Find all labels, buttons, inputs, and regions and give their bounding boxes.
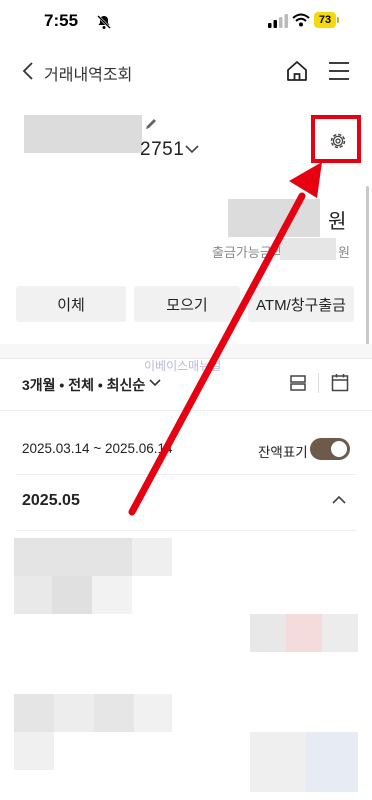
balance-toggle-label: 잔액표기 <box>258 445 308 460</box>
back-icon[interactable] <box>18 60 40 82</box>
signal-icon <box>268 14 288 28</box>
date-range: 2025.03.14 ~ 2025.06.14 <box>22 441 173 456</box>
calendar-icon[interactable] <box>331 373 349 392</box>
home-icon[interactable] <box>285 59 309 83</box>
available-amount-label: 출금가능금액 <box>212 245 284 260</box>
chevron-down-icon[interactable] <box>148 377 162 389</box>
filter-summary[interactable]: 3개월 • 전체 • 최신순 <box>22 375 145 395</box>
transaction-row-redacted[interactable] <box>14 694 54 732</box>
transaction-amount-redacted <box>306 732 358 792</box>
collect-button[interactable]: 모으기 <box>134 286 240 322</box>
status-time: 7:55 <box>44 11 79 30</box>
bell-off-icon <box>97 15 111 29</box>
transaction-amount-redacted <box>250 732 306 792</box>
atm-withdraw-button[interactable]: ATM/창구출금 <box>248 286 354 322</box>
chevron-down-icon[interactable] <box>184 142 200 156</box>
available-amount-redacted <box>280 238 336 260</box>
account-name-redacted <box>24 115 142 153</box>
transaction-row-redacted[interactable] <box>52 576 92 614</box>
transaction-row-redacted[interactable] <box>14 538 132 576</box>
separator <box>16 474 356 475</box>
transaction-row-redacted[interactable] <box>54 694 94 732</box>
toggle-knob[interactable] <box>330 440 348 458</box>
scrollbar[interactable] <box>366 186 369 350</box>
page-title: 거래내역조회 <box>44 67 133 84</box>
account-number[interactable]: 2751 <box>140 139 184 161</box>
transaction-row-redacted[interactable] <box>132 538 172 576</box>
transaction-amount-redacted <box>286 614 322 652</box>
transaction-amount-redacted <box>250 614 286 652</box>
transaction-amount-redacted <box>322 614 358 652</box>
chevron-up-icon[interactable] <box>331 493 347 507</box>
transaction-row-redacted[interactable] <box>14 732 54 770</box>
balance-unit: 원 <box>328 211 347 233</box>
separator <box>16 530 356 531</box>
battery-tip <box>337 17 339 23</box>
section-divider <box>0 344 372 358</box>
watermark: 이베이스매뉴얼 <box>144 359 222 373</box>
wifi-icon <box>292 13 310 27</box>
transaction-row-redacted[interactable] <box>14 576 52 614</box>
balance-redacted <box>228 199 320 237</box>
transaction-row-redacted[interactable] <box>92 576 132 614</box>
transfer-button[interactable]: 이체 <box>16 286 126 322</box>
pencil-icon[interactable] <box>144 117 158 131</box>
separator <box>0 410 372 411</box>
month-group-header: 2025.05 <box>22 492 80 509</box>
gear-icon[interactable] <box>328 131 348 151</box>
battery-indicator: 73 <box>314 12 336 28</box>
menu-icon[interactable] <box>328 61 350 81</box>
transaction-row-redacted[interactable] <box>94 694 134 732</box>
toolbar-divider <box>318 373 319 393</box>
transaction-row-redacted[interactable] <box>134 694 172 732</box>
available-amount-unit: 원 <box>338 245 350 260</box>
list-view-icon[interactable] <box>289 374 307 392</box>
